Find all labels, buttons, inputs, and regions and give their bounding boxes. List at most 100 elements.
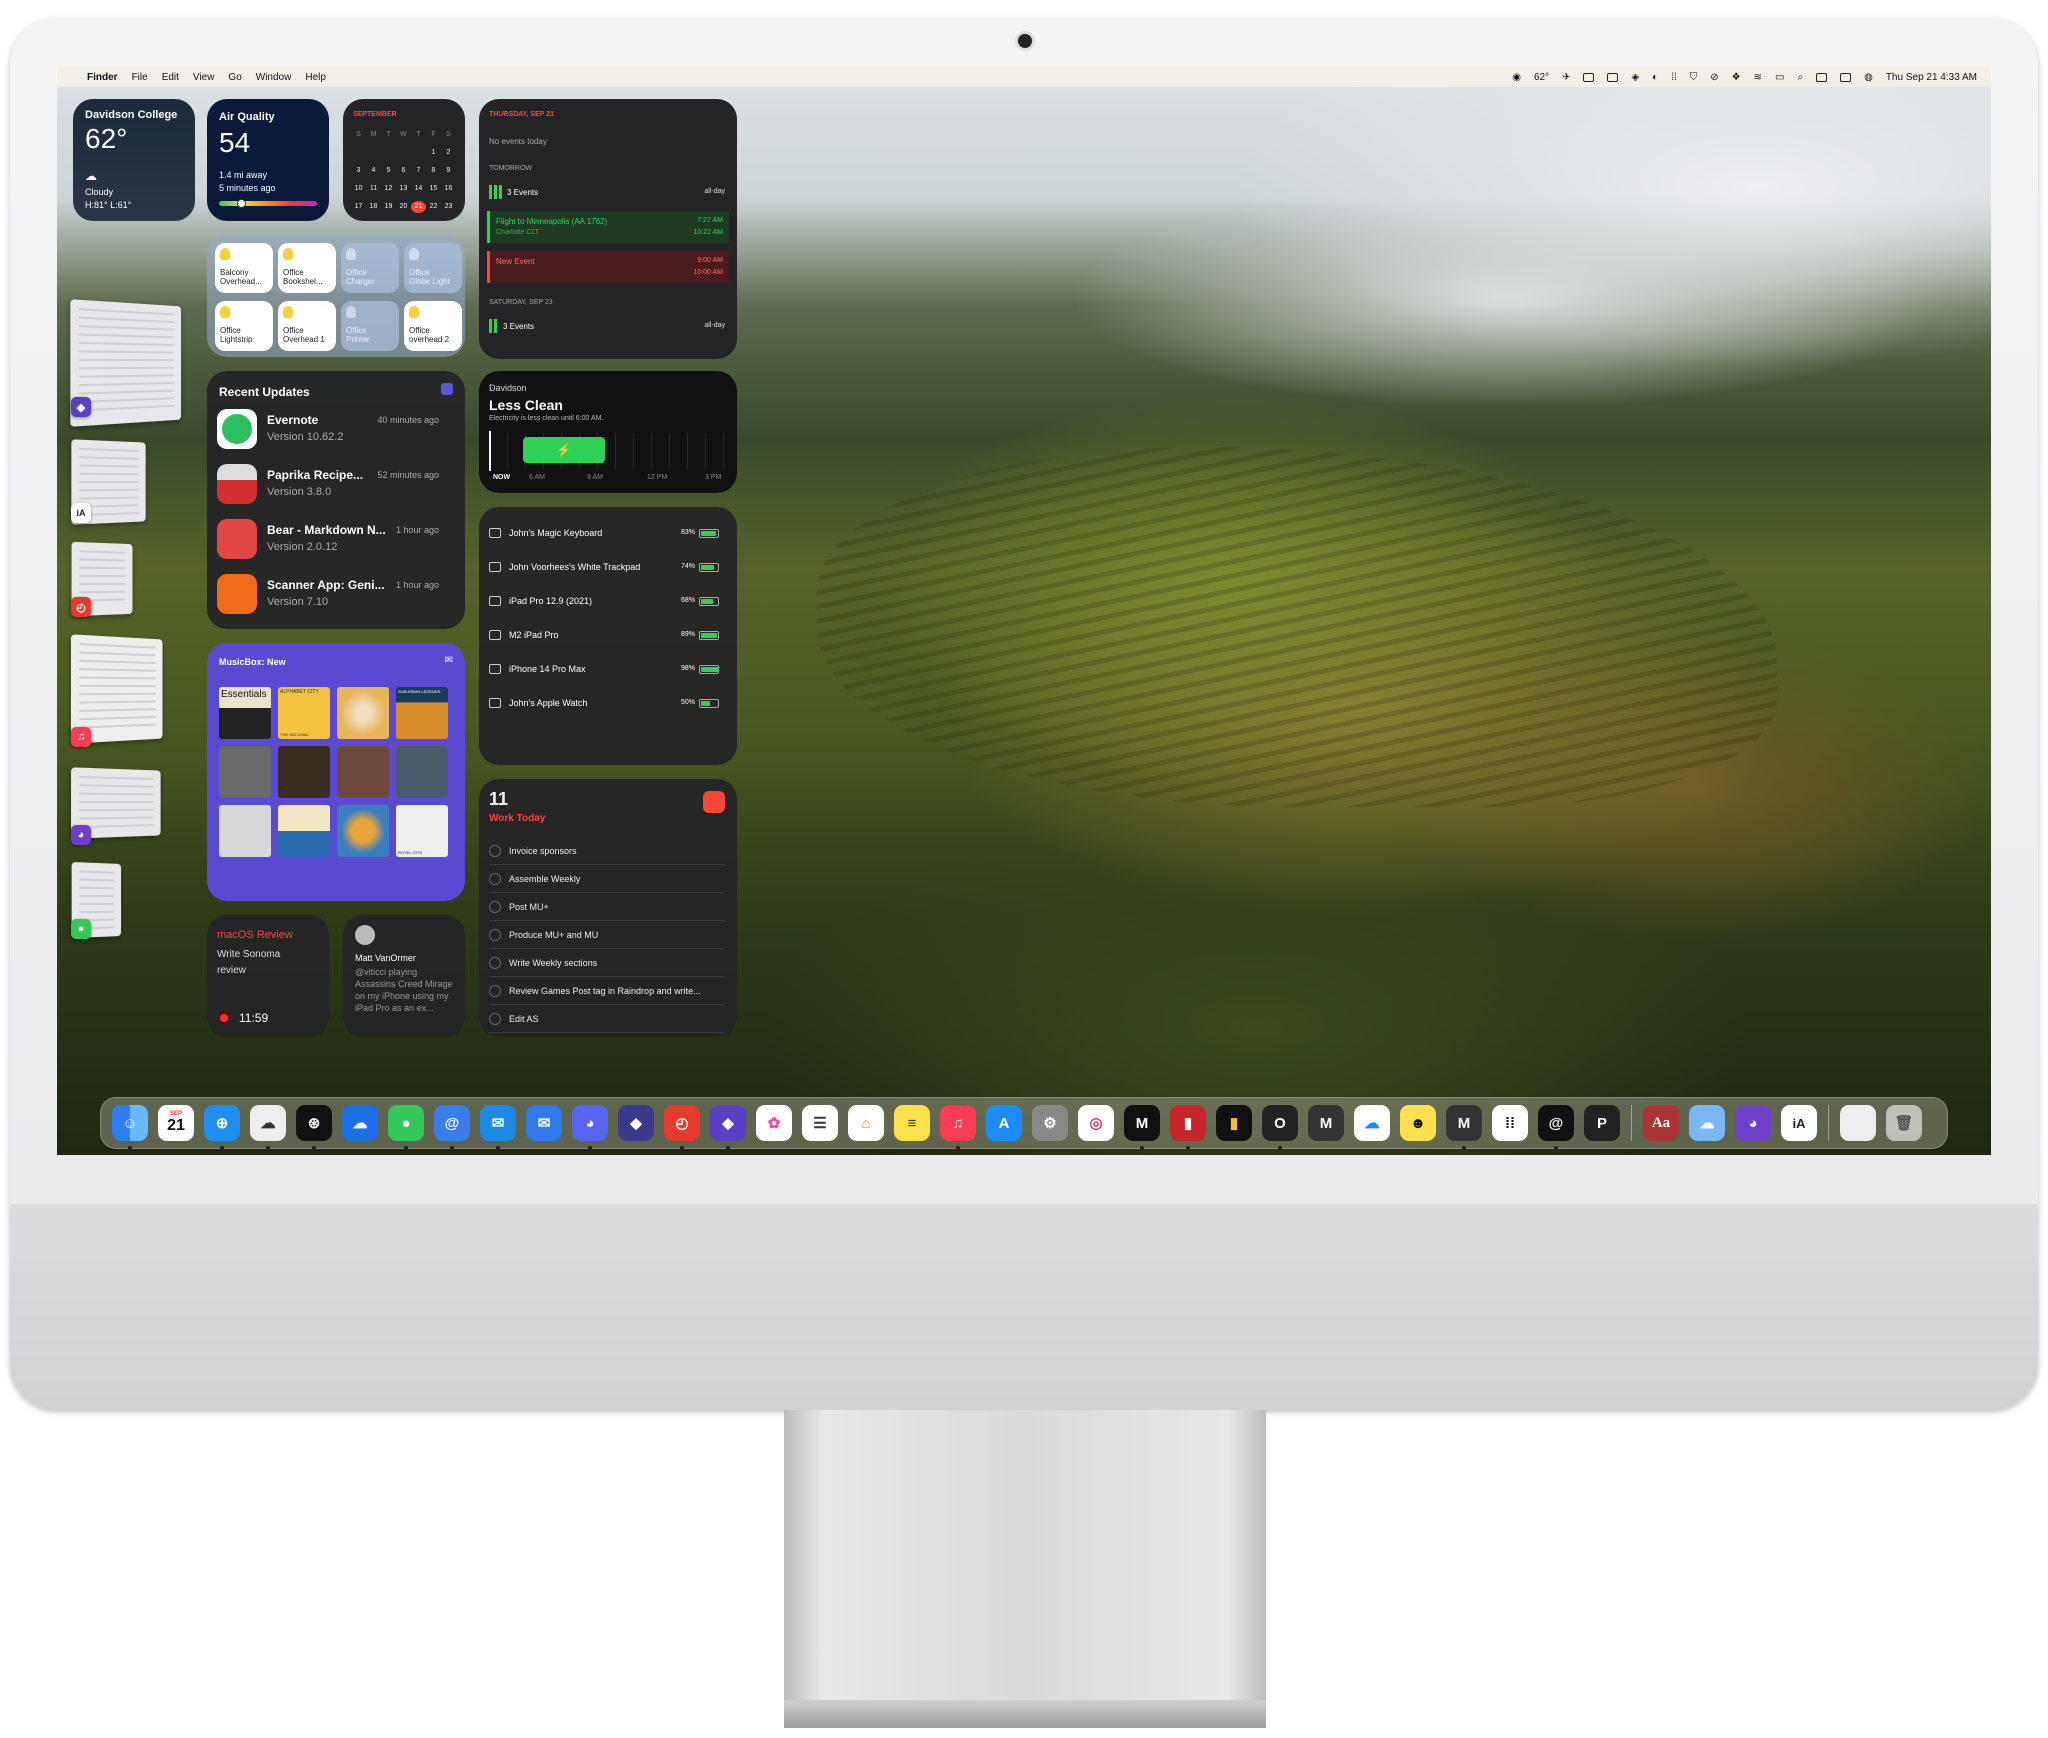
rocket-icon[interactable]: ✈ <box>1562 72 1570 83</box>
grid-icon[interactable]: ⁞⁞ <box>1671 72 1677 83</box>
reminders-icon[interactable]: ☰ <box>802 1105 838 1141</box>
home-tile-1[interactable]: Balcony Overhead... <box>215 243 273 293</box>
ia-writer-icon[interactable]: iA <box>71 503 91 523</box>
wifi-icon[interactable]: ≋ <box>1754 72 1762 83</box>
music-app-icon[interactable]: ♫ <box>71 727 91 747</box>
recent-updates-widget[interactable]: Recent Updates Evernote Version 10.62.2 … <box>207 371 465 629</box>
mailchimp-icon[interactable]: ☻ <box>1400 1105 1436 1141</box>
update-item-bear[interactable]: Bear - Markdown N... Version 2.0.12 1 ho… <box>217 515 447 569</box>
obsidian-icon[interactable]: ◆ <box>710 1105 746 1141</box>
menu-window[interactable]: Window <box>256 72 292 83</box>
github-icon[interactable]: ◕ <box>1735 1105 1771 1141</box>
app-store-icon[interactable]: A <box>986 1105 1022 1141</box>
system-settings-icon[interactable]: ⚙ <box>1032 1105 1068 1141</box>
app-menu[interactable]: Finder <box>87 72 118 83</box>
album-10[interactable] <box>278 805 330 857</box>
reminder-checkbox[interactable] <box>489 957 501 969</box>
musicbox-widget[interactable]: MusicBox: New ✉ Essentials ALPHABET CITY… <box>207 643 465 901</box>
bell-off-icon[interactable]: ⊘ <box>1710 72 1718 83</box>
reminder-item[interactable]: Review Games Post tag in Raindrop and wr… <box>489 977 725 1005</box>
control-center-icon[interactable] <box>1816 73 1827 82</box>
reminder-item[interactable]: Produce MU+ and MU <box>489 921 725 949</box>
reminders-widget[interactable]: 11 Work Today Invoice sponsors Assemble W… <box>479 779 737 1037</box>
menu-help[interactable]: Help <box>305 72 326 83</box>
music-icon[interactable]: ♫ <box>940 1105 976 1141</box>
chatgpt-icon[interactable]: ⊛ <box>296 1105 332 1141</box>
home-tile-5[interactable]: Office Lightstrip <box>215 301 273 351</box>
reminder-checkbox[interactable] <box>489 985 501 997</box>
menu-file[interactable]: File <box>132 72 148 83</box>
messages-app-icon[interactable]: ● <box>71 919 91 939</box>
album-11[interactable] <box>337 805 389 857</box>
launchpad-icon[interactable]: ⁞⁞ <box>1492 1105 1528 1141</box>
reminder-item[interactable]: Post MU+ <box>489 893 725 921</box>
airmail-icon[interactable]: ✉ <box>480 1105 516 1141</box>
album-alphabet-city[interactable]: ALPHABET CITY THE NATIONAL <box>278 687 330 739</box>
finder-window-icon[interactable]: ☁ <box>1689 1105 1725 1141</box>
album-suburban-legends[interactable]: SUBURBAN LEGENDS <box>396 687 448 739</box>
shortcuts-icon[interactable]: ◆ <box>618 1105 654 1141</box>
notes-icon[interactable]: ≡ <box>894 1105 930 1141</box>
reminder-item[interactable]: Assemble Weekly <box>489 865 725 893</box>
github-app-icon[interactable]: ◕ <box>71 825 91 845</box>
timer-app-icon[interactable]: ◴ <box>71 597 91 617</box>
safari-icon[interactable]: ⊕ <box>204 1105 240 1141</box>
cloud-app-icon[interactable]: ☁ <box>250 1105 286 1141</box>
menu-edit[interactable]: Edit <box>162 72 179 83</box>
reminder-checkbox[interactable] <box>489 1013 501 1025</box>
album-3[interactable] <box>337 687 389 739</box>
home-tile-8[interactable]: Office overhead 2 <box>404 301 462 351</box>
social-widget[interactable]: Matt VanOrmer @viticci playing Assassins… <box>343 915 465 1037</box>
home-tile-7[interactable]: Office Printer <box>341 301 399 351</box>
timery-icon[interactable]: ◴ <box>664 1105 700 1141</box>
agenda-event-new[interactable]: New Event 9:00 AM 10:00 AM <box>487 251 729 283</box>
trash-icon[interactable]: 🗑 <box>1886 1105 1922 1141</box>
air-quality-widget[interactable]: Air Quality 54 1.4 mi away 5 minutes ago <box>207 99 329 221</box>
agenda-event-flight[interactable]: Flight to Minneapolis (AA 1762) Charlott… <box>487 211 729 243</box>
reminder-item[interactable]: Write Weekly sections <box>489 949 725 977</box>
shield-icon[interactable]: ⛉ <box>1690 72 1698 83</box>
broadcast-icon[interactable]: ◉ <box>1512 72 1521 83</box>
calendar-icon[interactable]: SEP 21 <box>158 1105 194 1141</box>
icloud-drive-icon[interactable]: ☁ <box>342 1105 378 1141</box>
month-calendar-widget[interactable]: SEPTEMBER S M T W T F S 1 2 3 4 5 6 7 8 9 10 11 12 13 14 15 16… <box>343 99 465 221</box>
menubar-clock[interactable]: Thu Sep 21 4:33 AM <box>1886 72 1977 83</box>
menu-view[interactable]: View <box>193 72 215 83</box>
album-8[interactable] <box>396 746 448 798</box>
mimestream-icon[interactable]: M <box>1308 1105 1344 1141</box>
omnifocus-icon[interactable]: O <box>1262 1105 1298 1141</box>
search-icon[interactable]: ⌕ <box>1797 72 1803 83</box>
ia-writer-icon[interactable]: iA <box>1781 1105 1817 1141</box>
home-tile-3[interactable]: Office Charger <box>341 243 399 293</box>
reminder-checkbox[interactable] <box>489 901 501 913</box>
obsidian-app-icon[interactable]: ◆ <box>71 397 91 417</box>
album-6[interactable] <box>278 746 330 798</box>
p-app-icon[interactable]: P <box>1584 1105 1620 1141</box>
dictionary-icon[interactable]: Aa <box>1643 1105 1679 1141</box>
weather-widget[interactable]: Davidson College 62° ☁ Cloudy H:81° L:61… <box>73 99 195 221</box>
reminder-item[interactable]: Edit AS <box>489 1005 725 1033</box>
reminder-item[interactable]: Invoice sponsors <box>489 837 725 865</box>
readwise-icon[interactable]: ▮ <box>1170 1105 1206 1141</box>
menubar-weather[interactable]: 62° <box>1534 72 1549 83</box>
note-widget[interactable]: macOS Review Write Sonoma review 11:59 <box>207 915 329 1037</box>
clean-energy-widget[interactable]: Davidson Less Clean Electricity is less … <box>479 371 737 493</box>
threads-icon[interactable]: @ <box>1538 1105 1574 1141</box>
downloads-stack-icon[interactable] <box>1840 1105 1876 1141</box>
layers-icon[interactable]: ◈ <box>1631 72 1639 83</box>
album-5[interactable] <box>219 746 271 798</box>
sidebar-icon[interactable] <box>1583 73 1594 82</box>
siri-icon[interactable]: ◍ <box>1864 72 1873 83</box>
update-item-paprika[interactable]: Paprika Recipe... Version 3.8.0 52 minut… <box>217 460 447 514</box>
agenda-widget[interactable]: THURSDAY, SEP 21 No events today TOMORRO… <box>479 99 737 359</box>
dropbox-icon[interactable]: ❖ <box>1732 72 1741 83</box>
home-tile-4[interactable]: Office Globe Light <box>404 243 462 293</box>
album-7[interactable] <box>337 746 389 798</box>
batteries-widget[interactable]: John's Magic Keyboard 83% John Voorhees's … <box>479 507 737 765</box>
reminder-checkbox[interactable] <box>489 929 501 941</box>
calendar-icon[interactable] <box>1607 73 1618 82</box>
reminder-checkbox[interactable] <box>489 845 501 857</box>
screen-icon[interactable] <box>1840 73 1851 82</box>
reminder-checkbox[interactable] <box>489 873 501 885</box>
discord-icon[interactable]: ◕ <box>572 1105 608 1141</box>
